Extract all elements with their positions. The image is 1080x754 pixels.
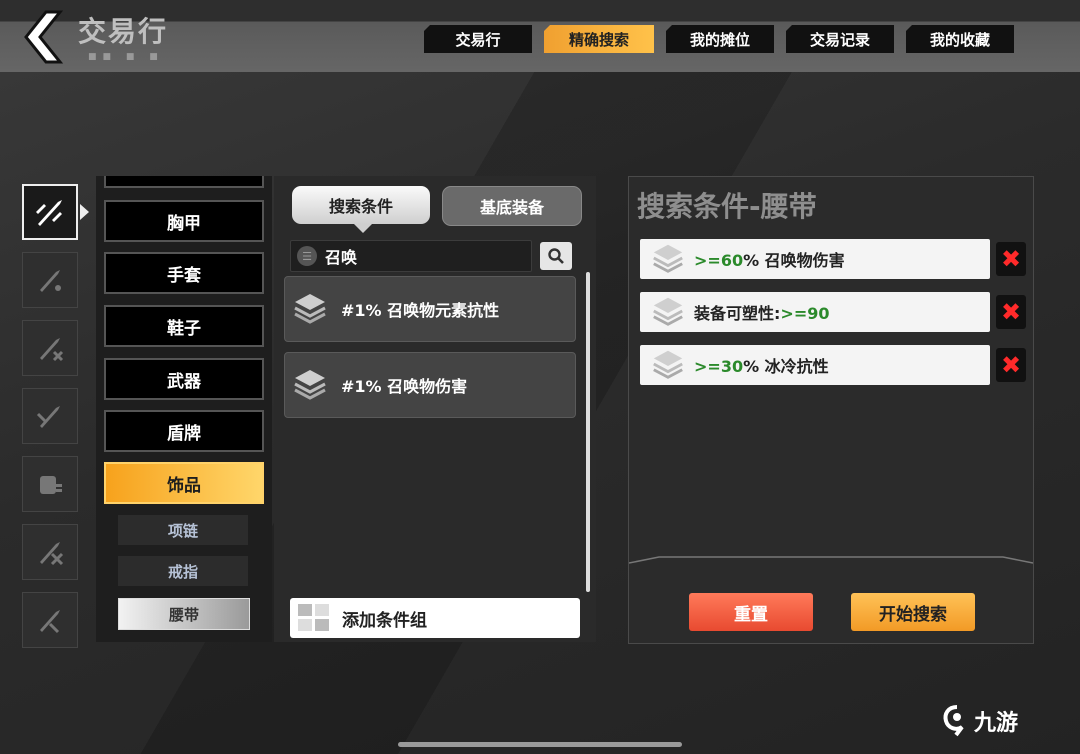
category-panel: 胸甲 手套 鞋子 武器 盾牌 饰品 项链 戒指 腰带: [96, 176, 272, 642]
conditions-title: 搜索条件-腰带: [637, 190, 817, 223]
search-input[interactable]: ☰ 召唤: [290, 240, 532, 272]
category-shield[interactable]: 盾牌: [104, 410, 264, 452]
home-indicator: [398, 742, 682, 747]
delete-condition-button[interactable]: ✖: [996, 348, 1026, 382]
title-decoration: ■■ ■ ■: [88, 52, 164, 62]
slot-2[interactable]: [22, 252, 78, 308]
tab-my-stall[interactable]: 我的摊位: [666, 25, 774, 53]
condition-text: 装备可塑性:>=90: [694, 304, 830, 323]
subcategory-necklace[interactable]: 项链: [118, 515, 248, 545]
close-icon: ✖: [1000, 245, 1022, 273]
slot-7[interactable]: [22, 592, 78, 648]
list-icon: ☰: [297, 246, 317, 266]
search-icon: [548, 248, 564, 264]
watermark-text: 九游: [974, 711, 1019, 736]
tab-pointer-icon: [354, 224, 372, 233]
tab-precise-search[interactable]: 精确搜索: [544, 25, 654, 53]
slot-4[interactable]: [22, 388, 78, 444]
start-search-button[interactable]: 开始搜索: [851, 593, 975, 631]
sword-icon: [40, 610, 60, 634]
sword-cross-icon: [40, 542, 64, 566]
layers-icon: [653, 244, 683, 273]
equipment-icon-column: [22, 184, 78, 660]
sword-sparkle-icon: [40, 270, 61, 292]
result-label: #1% 召唤物元素抗性: [341, 301, 500, 320]
search-panel: 搜索条件 基底装备 ☰ 召唤 #1% 召唤物元素抗性 #1% 召唤物伤害 添加条…: [274, 176, 596, 642]
add-condition-group-button[interactable]: 添加条件组: [290, 598, 580, 638]
category-gloves[interactable]: 手套: [104, 252, 264, 294]
condition-row[interactable]: 装备可塑性:>=90: [640, 292, 990, 332]
category-chest[interactable]: 胸甲: [104, 200, 264, 242]
logo-icon: [943, 705, 964, 737]
slot-6[interactable]: [22, 524, 78, 580]
slot-3[interactable]: [22, 320, 78, 376]
layers-icon: [294, 370, 326, 400]
sword-icon: [36, 406, 60, 428]
slot-5[interactable]: [22, 456, 78, 512]
category-weapon[interactable]: 武器: [104, 358, 264, 400]
conditions-panel: 搜索条件-腰带 >=60% 召唤物伤害 ✖ 装备可塑性:>=90 ✖ >=30%…: [628, 176, 1034, 644]
sword-cross-icon: [40, 338, 64, 362]
top-bar: 交易行 ■■ ■ ■ 交易行 精确搜索 我的摊位 交易记录 我的收藏: [0, 0, 1080, 72]
tab-search-conditions[interactable]: 搜索条件: [292, 186, 430, 224]
sword-icon: [36, 200, 62, 226]
tab-trade-records[interactable]: 交易记录: [786, 25, 894, 53]
back-arrow-icon: [24, 10, 64, 64]
tab-trading[interactable]: 交易行: [424, 25, 532, 53]
fist-icon: [40, 476, 62, 494]
grid-icon: [298, 604, 329, 631]
tab-favorites[interactable]: 我的收藏: [906, 25, 1014, 53]
condition-row[interactable]: >=30% 冰冷抗性: [640, 345, 990, 385]
close-icon: ✖: [1000, 351, 1022, 379]
slot-armor[interactable]: [22, 184, 78, 240]
result-label: #1% 召唤物伤害: [341, 377, 468, 396]
condition-text: >=60% 召唤物伤害: [694, 251, 845, 270]
tab-base-equipment[interactable]: 基底装备: [442, 186, 582, 226]
layers-icon: [294, 294, 326, 324]
selection-arrow-icon: [80, 204, 89, 220]
watermark: 九游: [940, 704, 1018, 738]
panel-divider: [629, 556, 1033, 564]
category-boots[interactable]: 鞋子: [104, 305, 264, 347]
result-item[interactable]: #1% 召唤物伤害: [284, 352, 576, 418]
back-button[interactable]: [16, 8, 66, 66]
category-scroll-top: [104, 176, 264, 188]
delete-condition-button[interactable]: ✖: [996, 295, 1026, 329]
reset-button[interactable]: 重置: [689, 593, 813, 631]
page-title: 交易行: [78, 15, 169, 48]
layers-icon: [653, 350, 683, 379]
search-button[interactable]: [540, 242, 572, 270]
close-icon: ✖: [1000, 298, 1022, 326]
condition-text: >=30% 冰冷抗性: [694, 357, 829, 376]
top-tabs: 交易行 精确搜索 我的摊位 交易记录 我的收藏: [424, 25, 1014, 53]
results-scrollbar[interactable]: [586, 272, 590, 592]
condition-row[interactable]: >=60% 召唤物伤害: [640, 239, 990, 279]
delete-condition-button[interactable]: ✖: [996, 242, 1026, 276]
search-value: 召唤: [325, 248, 358, 267]
subcategory-ring[interactable]: 戒指: [118, 556, 248, 586]
layers-icon: [653, 297, 683, 326]
add-condition-group-label: 添加条件组: [342, 610, 427, 631]
subcategory-belt[interactable]: 腰带: [118, 598, 250, 630]
result-item[interactable]: #1% 召唤物元素抗性: [284, 276, 576, 342]
category-accessory[interactable]: 饰品: [104, 462, 264, 504]
